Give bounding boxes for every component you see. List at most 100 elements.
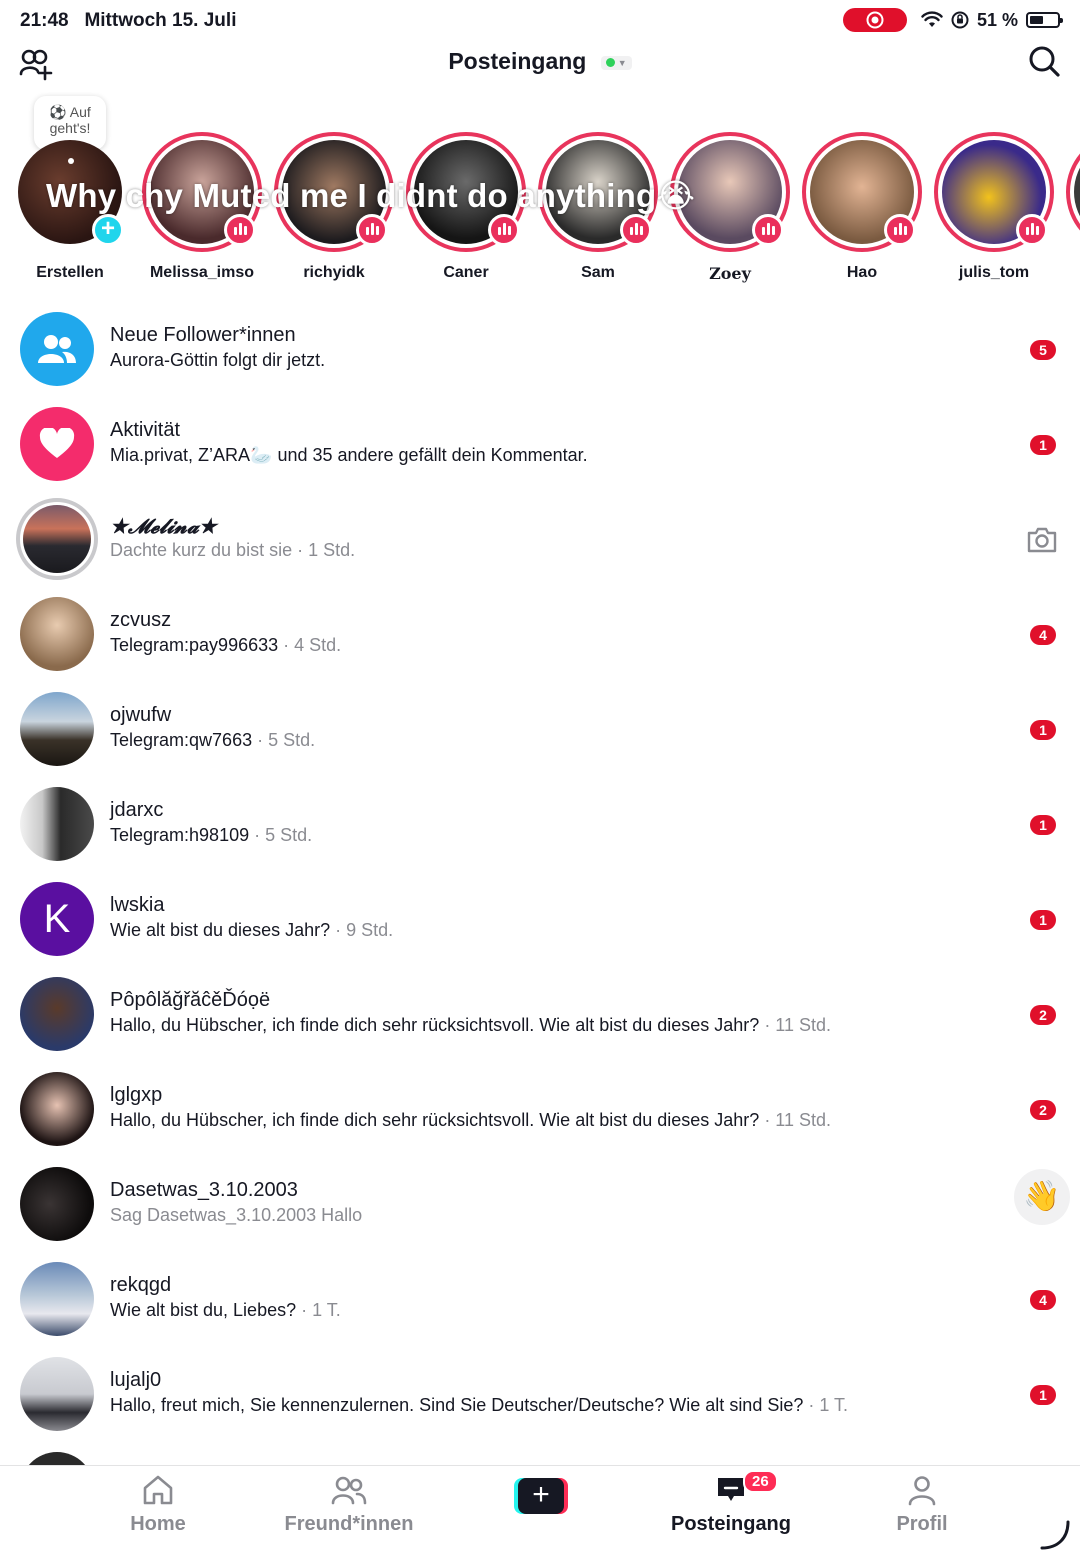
list-item[interactable]: ojwufw Telegram:qw7663 · 5 Std. 1 xyxy=(0,682,1080,777)
live-audio-icon xyxy=(620,214,652,246)
avatar[interactable] xyxy=(20,787,94,861)
live-audio-icon xyxy=(1016,214,1048,246)
screen-record-icon[interactable] xyxy=(842,8,907,32)
row-subtitle: Telegram:h98109 · 5 Std. xyxy=(110,825,313,845)
avatar[interactable] xyxy=(20,1262,94,1336)
search-icon[interactable] xyxy=(1028,45,1060,82)
home-icon xyxy=(143,1475,173,1505)
row-title: lwskia xyxy=(110,894,165,916)
list-item[interactable]: jdarxc Telegram:h98109 · 5 Std. 1 xyxy=(0,777,1080,872)
row-title: ojwufw xyxy=(110,704,172,726)
friends-icon xyxy=(331,1476,367,1505)
list-item-activity[interactable]: Aktivität Mia.privat, Z’ARA🦢 und 35 ande… xyxy=(0,397,1080,492)
live-audio-icon xyxy=(884,214,916,246)
list-item[interactable]: ★𝓜𝓮𝓵𝓲𝓷𝓪★ Dachte kurz du bist sie · 1 Std… xyxy=(0,492,1080,587)
inbox-list[interactable]: Neue Follower*innen Aurora-Göttin folgt … xyxy=(0,302,1080,1526)
add-story-icon[interactable]: + xyxy=(92,214,124,246)
story-label: julis_tom xyxy=(958,264,1030,281)
avatar[interactable] xyxy=(20,1357,94,1431)
row-subtitle: Hallo, freut mich, Sie kennenzulernen. S… xyxy=(110,1395,849,1415)
row-title: rekqgd xyxy=(110,1274,172,1296)
online-status-indicator[interactable]: ▼ xyxy=(600,55,632,70)
unread-badge: 4 xyxy=(1030,1290,1056,1310)
row-subtitle: Aurora-Göttin folgt dir jetzt. xyxy=(110,350,326,370)
story-item-partial[interactable] xyxy=(1061,132,1080,252)
inbox-header: Posteingang ▼ xyxy=(0,40,1080,90)
story-label: Hao xyxy=(846,264,878,281)
status-icons: 51 % xyxy=(842,8,1063,32)
tab-label: Profil xyxy=(896,1513,948,1535)
status-time-date: 21:48 Mittwoch 15. Juli xyxy=(20,10,237,31)
story-item[interactable]: Melissa_imso xyxy=(137,132,267,282)
unread-badge: 1 xyxy=(1030,720,1056,740)
live-audio-icon xyxy=(488,214,520,246)
wave-hello-button[interactable]: 👋 xyxy=(1014,1169,1070,1225)
list-item[interactable]: PôpôlăğřăĉěĎóọë Hallo, du Hübscher, ich … xyxy=(0,967,1080,1062)
row-subtitle: Wie alt bist du dieses Jahr? · 9 Std. xyxy=(110,920,394,940)
status-bar: 21:48 Mittwoch 15. Juli 51 % xyxy=(0,0,1080,42)
story-label: Zoey xyxy=(709,264,751,283)
page-title[interactable]: Posteingang ▼ xyxy=(0,48,1080,75)
row-subtitle: Sag Dasetwas_3.10.2003 Hallo xyxy=(110,1205,363,1225)
row-title: zcvusz xyxy=(110,609,172,631)
row-title: lujalj0 xyxy=(110,1369,162,1391)
row-subtitle: Mia.privat, Z’ARA🦢 und 35 andere gefällt… xyxy=(110,445,588,465)
row-subtitle: Telegram:qw7663 · 5 Std. xyxy=(110,730,316,750)
list-item[interactable]: rekqgd Wie alt bist du, Liebes? · 1 T. 4 xyxy=(0,1252,1080,1347)
story-label: richyidk xyxy=(303,264,365,281)
story-item[interactable]: Zoey xyxy=(665,132,795,283)
row-title: Dasetwas_3.10.2003 xyxy=(110,1179,298,1201)
tab-friends[interactable]: Freund*innen xyxy=(259,1474,439,1536)
tab-home[interactable]: Home xyxy=(68,1474,248,1536)
avatar[interactable] xyxy=(20,977,94,1051)
avatar[interactable] xyxy=(16,498,98,580)
story-label: Melissa_imso xyxy=(149,264,255,281)
tab-label: Home xyxy=(130,1513,186,1535)
followers-icon xyxy=(20,312,94,386)
battery-icon xyxy=(1026,12,1063,28)
unread-badge: 1 xyxy=(1030,1385,1056,1405)
row-title: Neue Follower*innen xyxy=(110,324,296,346)
avatar[interactable]: K xyxy=(20,882,94,956)
list-item[interactable]: lujalj0 Hallo, freut mich, Sie kennenzul… xyxy=(0,1347,1080,1442)
avatar[interactable] xyxy=(20,597,94,671)
avatar[interactable] xyxy=(20,1167,94,1241)
unread-badge: 1 xyxy=(1030,435,1056,455)
unread-badge: 5 xyxy=(1030,340,1056,360)
battery-percent: 51 % xyxy=(976,9,1018,30)
list-item-new-followers[interactable]: Neue Follower*innen Aurora-Göttin folgt … xyxy=(0,302,1080,397)
row-subtitle: Hallo, du Hübscher, ich finde dich sehr … xyxy=(110,1110,832,1130)
story-item[interactable]: julis_tom xyxy=(929,132,1059,282)
stories-row[interactable]: ⚽ Auf geht's! + Erstellen Melissa_imso ri… xyxy=(0,92,1080,292)
avatar[interactable] xyxy=(20,1072,94,1146)
story-item[interactable]: Caner xyxy=(401,132,531,282)
story-label: Caner xyxy=(443,264,489,281)
tab-profile[interactable]: Profil xyxy=(832,1474,1012,1536)
list-item[interactable]: zcvusz Telegram:pay996633 · 4 Std. 4 xyxy=(0,587,1080,682)
story-item[interactable]: richyidk xyxy=(269,132,399,282)
list-item[interactable]: lglgxp Hallo, du Hübscher, ich finde dic… xyxy=(0,1062,1080,1157)
list-item[interactable]: K lwskia Wie alt bist du dieses Jahr? · … xyxy=(0,872,1080,967)
heart-icon xyxy=(20,407,94,481)
story-item[interactable]: Hao xyxy=(797,132,927,282)
create-video-button[interactable]: + xyxy=(514,1478,568,1514)
plus-icon: + xyxy=(518,1478,564,1514)
unread-badge: 2 xyxy=(1030,1005,1056,1025)
story-create[interactable]: + Erstellen xyxy=(5,132,135,282)
row-subtitle: Dachte kurz du bist sie · 1 Std. xyxy=(110,540,356,560)
tab-label: Posteingang xyxy=(670,1513,791,1535)
story-avatar xyxy=(1074,140,1080,244)
story-label: Erstellen xyxy=(36,264,104,281)
tab-inbox[interactable]: 26 Posteingang xyxy=(641,1470,821,1536)
unread-badge: 1 xyxy=(1030,910,1056,930)
avatar[interactable] xyxy=(20,692,94,766)
story-item[interactable]: Sam xyxy=(533,132,663,282)
own-avatar: + xyxy=(18,140,124,246)
unread-badge: 4 xyxy=(1030,625,1056,645)
camera-icon[interactable] xyxy=(1026,526,1058,559)
wifi-icon xyxy=(921,11,943,27)
row-subtitle: Hallo, du Hübscher, ich finde dich sehr … xyxy=(110,1015,832,1035)
tab-label: Freund*innen xyxy=(284,1513,414,1535)
list-item[interactable]: Dasetwas_3.10.2003 Sag Dasetwas_3.10.200… xyxy=(0,1157,1080,1252)
unread-badge: 1 xyxy=(1030,815,1056,835)
